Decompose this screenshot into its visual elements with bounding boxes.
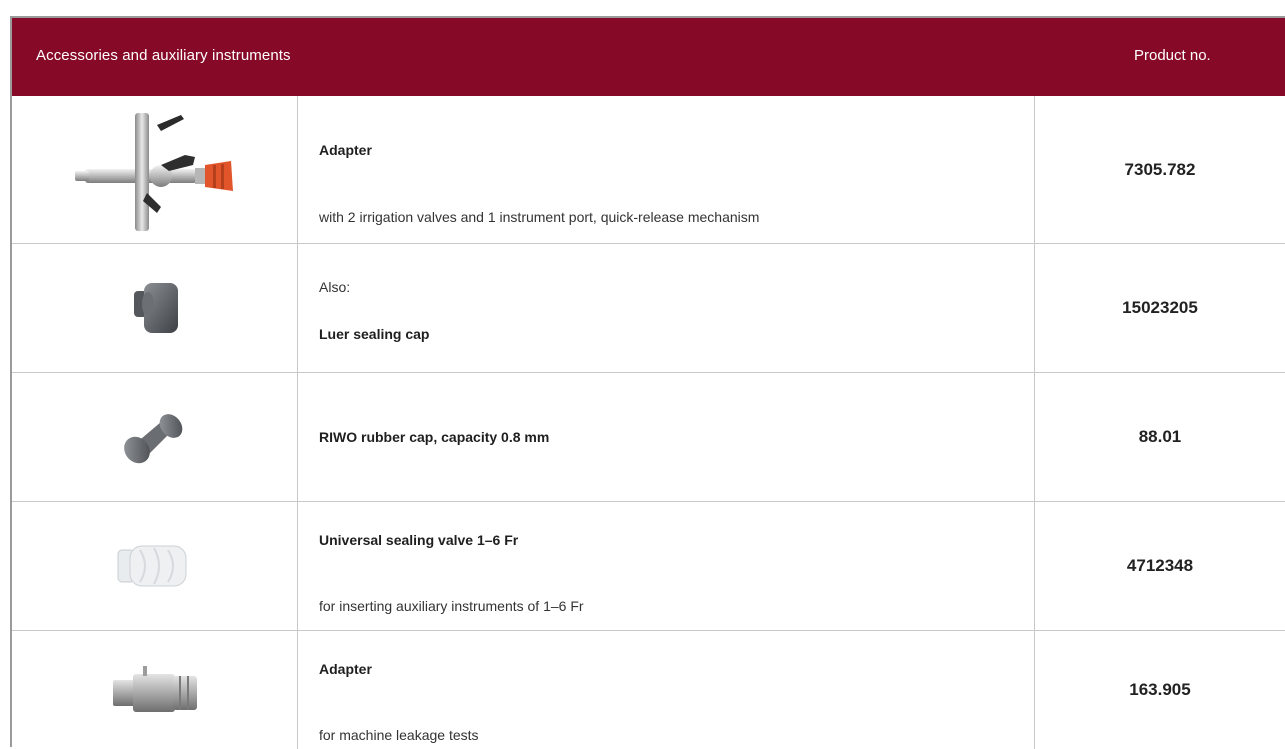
table-row: Also: Luer sealing cap 15023205 [12, 244, 1285, 373]
product-description: for machine leakage tests [319, 727, 479, 743]
table-row: RIWO rubber cap, capacity 0.8 mm 88.01 [12, 373, 1285, 502]
product-name: Luer sealing cap [319, 326, 430, 342]
description-cell: Universal sealing valve 1–6 Fr for inser… [298, 502, 1035, 630]
product-number: 7305.782 [1124, 159, 1196, 179]
product-name: Universal sealing valve 1–6 Fr [319, 532, 519, 548]
image-cell [12, 373, 298, 501]
rubber-cap-icon [123, 414, 182, 464]
product-description: for inserting auxiliary instruments of 1… [319, 598, 584, 614]
description-cell: Adapter with 2 irrigation valves and 1 i… [298, 96, 1035, 243]
table-row: Adapter for machine leakage tests 163.90… [12, 631, 1285, 749]
description-cell: RIWO rubber cap, capacity 0.8 mm [298, 373, 1035, 501]
product-name: RIWO rubber cap, capacity 0.8 mm [319, 429, 550, 445]
product-number: 163.905 [1129, 680, 1191, 699]
product-description: with 2 irrigation valves and 1 instrumen… [319, 209, 760, 225]
table-header: Accessories and auxiliary instruments Pr… [12, 18, 1285, 96]
description-cell: Also: Luer sealing cap [298, 244, 1035, 372]
image-cell [12, 631, 298, 749]
product-name: Adapter [319, 661, 372, 677]
luer-cap-icon [133, 283, 178, 333]
product-number: 88.01 [1138, 427, 1182, 446]
header-title: Accessories and auxiliary instruments [36, 47, 291, 64]
table-row: Adapter with 2 irrigation valves and 1 i… [12, 96, 1285, 244]
product-name: Adapter [319, 142, 372, 158]
image-cell [12, 502, 298, 630]
header-product-no: Product no. [1134, 47, 1211, 64]
adapter-valves-icon [74, 112, 233, 231]
sealing-valve-icon [117, 545, 186, 587]
table-row: Universal sealing valve 1–6 Fr for inser… [12, 502, 1285, 631]
product-note: Also: [319, 279, 351, 295]
image-cell [12, 244, 298, 372]
image-cell [12, 96, 298, 243]
description-cell: Adapter for machine leakage tests [298, 631, 1035, 749]
product-number: 15023205 [1122, 298, 1198, 317]
leak-test-adapter-icon [112, 666, 197, 712]
accessories-table: Accessories and auxiliary instruments Pr… [10, 16, 1285, 749]
product-number: 4712348 [1126, 556, 1194, 575]
